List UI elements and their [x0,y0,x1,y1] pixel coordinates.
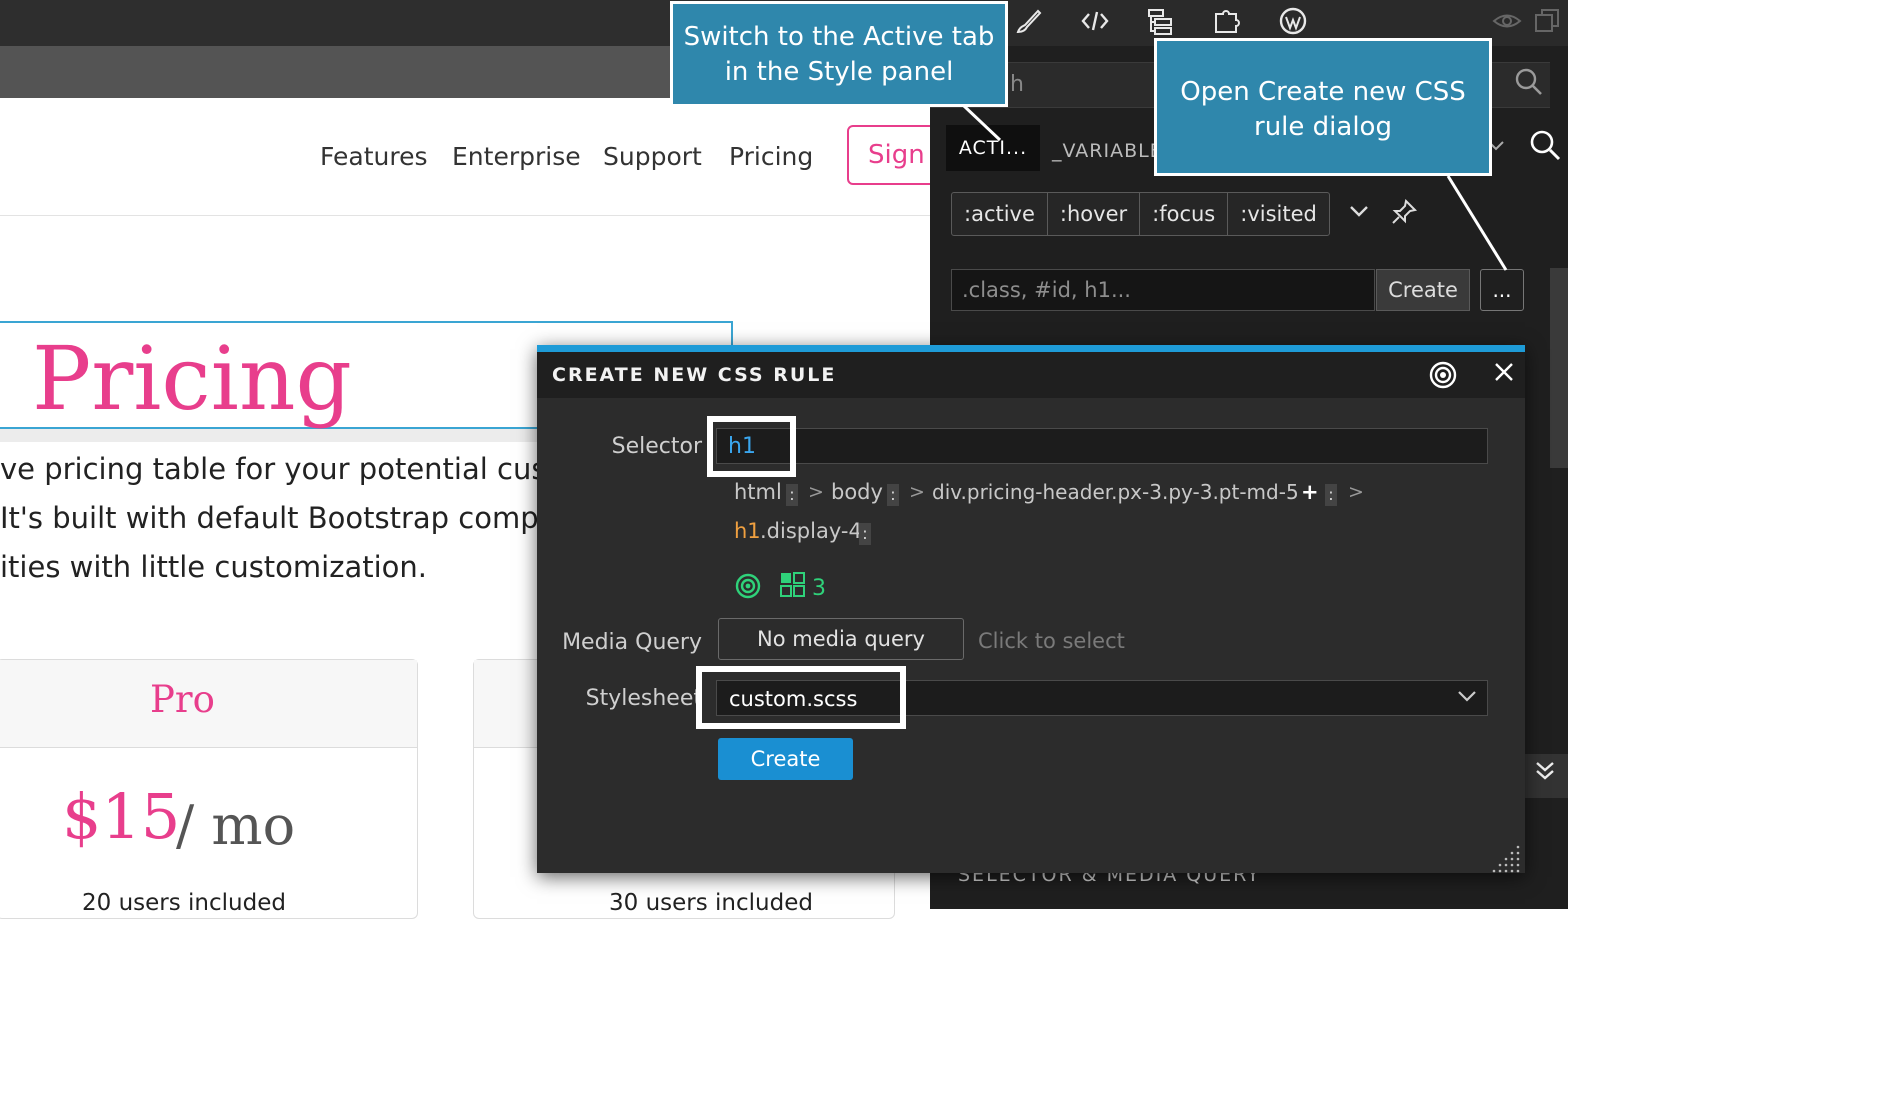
tab-active[interactable]: ACTI... [946,125,1040,171]
pseudo-focus-button[interactable]: :focus [1140,193,1229,235]
new-rule-selector-input[interactable]: .class, #id, h1... [951,269,1375,311]
card-users-pro: 20 users included [82,890,286,916]
nav-link-pricing[interactable]: Pricing [729,142,813,171]
media-query-hint[interactable]: Click to select [978,629,1125,653]
page-title[interactable]: Pricing [32,324,352,434]
nav-link-features[interactable]: Features [320,142,428,171]
callout-create-rule: Open Create new CSS rule dialog [1154,38,1492,176]
grid-icon[interactable] [780,572,806,598]
callout-line: rule dialog [1254,112,1392,142]
nav-link-enterprise[interactable]: Enterprise [452,142,581,171]
close-icon[interactable] [1492,360,1516,391]
lead-text-line-1: ve pricing table for your potential cust [0,452,558,486]
selector-label: Selector [611,434,702,459]
create-rule-button[interactable]: Create [1376,269,1470,311]
double-chevron-down-icon[interactable] [1522,754,1568,798]
code-icon[interactable] [1080,6,1110,43]
search-icon[interactable] [1514,67,1544,105]
tab-variables[interactable]: _VARIABLE [1052,140,1163,162]
pseudo-visited-button[interactable]: :visited [1228,193,1329,235]
target-icon[interactable] [1428,360,1458,397]
stylesheet-label: Stylesheet [585,686,702,711]
create-button[interactable]: Create [718,738,853,780]
brush-icon[interactable] [1014,6,1044,43]
breadcrumb-html[interactable]: html [734,480,782,504]
search-icon[interactable] [1528,128,1562,171]
pseudo-hover-button[interactable]: :hover [1048,193,1141,235]
dialog-title: CREATE NEW CSS RULE [552,364,837,386]
breadcrumb-menu[interactable]: : [859,523,871,545]
callout-line: in the Style panel [724,57,954,87]
card-title: Pro [150,678,215,721]
breadcrumb-separator: > [808,481,824,503]
create-css-rule-dialog [537,345,1525,873]
breadcrumb-separator: > [909,481,925,503]
breadcrumb-plus[interactable]: + [1301,480,1319,504]
breadcrumb-menu[interactable]: : [887,484,899,506]
match-count: 3 [812,576,826,601]
highlight-stylesheet [696,666,906,729]
eye-icon[interactable] [1492,6,1522,43]
pin-icon[interactable] [1390,198,1418,233]
breadcrumb-menu[interactable]: : [1325,484,1337,506]
highlight-selector [707,416,796,477]
panel-scrollbar[interactable] [1550,268,1568,468]
breadcrumb-div[interactable]: div.pricing-header.px-3.py-3.pt-md-5 [932,480,1299,504]
callout-active-tab: Switch to the Active tab in the Style pa… [670,1,1008,107]
resize-handle-icon[interactable] [1492,843,1522,873]
breadcrumb-h1-class[interactable]: .display-4 [760,519,862,543]
nav-link-support[interactable]: Support [603,142,702,171]
breadcrumb-menu[interactable]: : [786,484,798,506]
lead-text-line-3: ities with little customization. [0,550,427,584]
card-users-second: 30 users included [609,890,813,916]
breadcrumb-body[interactable]: body [831,480,883,504]
breadcrumb-h1-tag[interactable]: h1 [734,519,761,543]
media-query-select[interactable]: No media query [718,618,964,660]
media-query-label: Media Query [562,630,702,655]
pseudo-class-group: :active :hover :focus :visited [951,192,1330,236]
breadcrumb-separator: > [1348,481,1364,503]
lead-text-line-2: It's built with default Bootstrap comp [0,501,539,535]
window-icon[interactable] [1532,6,1562,43]
more-options-button[interactable]: ... [1480,269,1524,311]
chevron-down-icon[interactable] [1455,684,1479,714]
selector-input[interactable] [716,428,1488,464]
panel-search-text: h [1010,72,1024,97]
callout-line: Open Create new CSS [1180,77,1466,107]
card-price-period: / mo [176,794,296,857]
card-price: $15 [62,780,181,853]
pseudo-active-button[interactable]: :active [952,193,1048,235]
chevron-down-icon[interactable] [1346,198,1372,230]
highlight-matches-icon[interactable] [734,572,762,607]
callout-line: Switch to the Active tab [683,22,995,52]
